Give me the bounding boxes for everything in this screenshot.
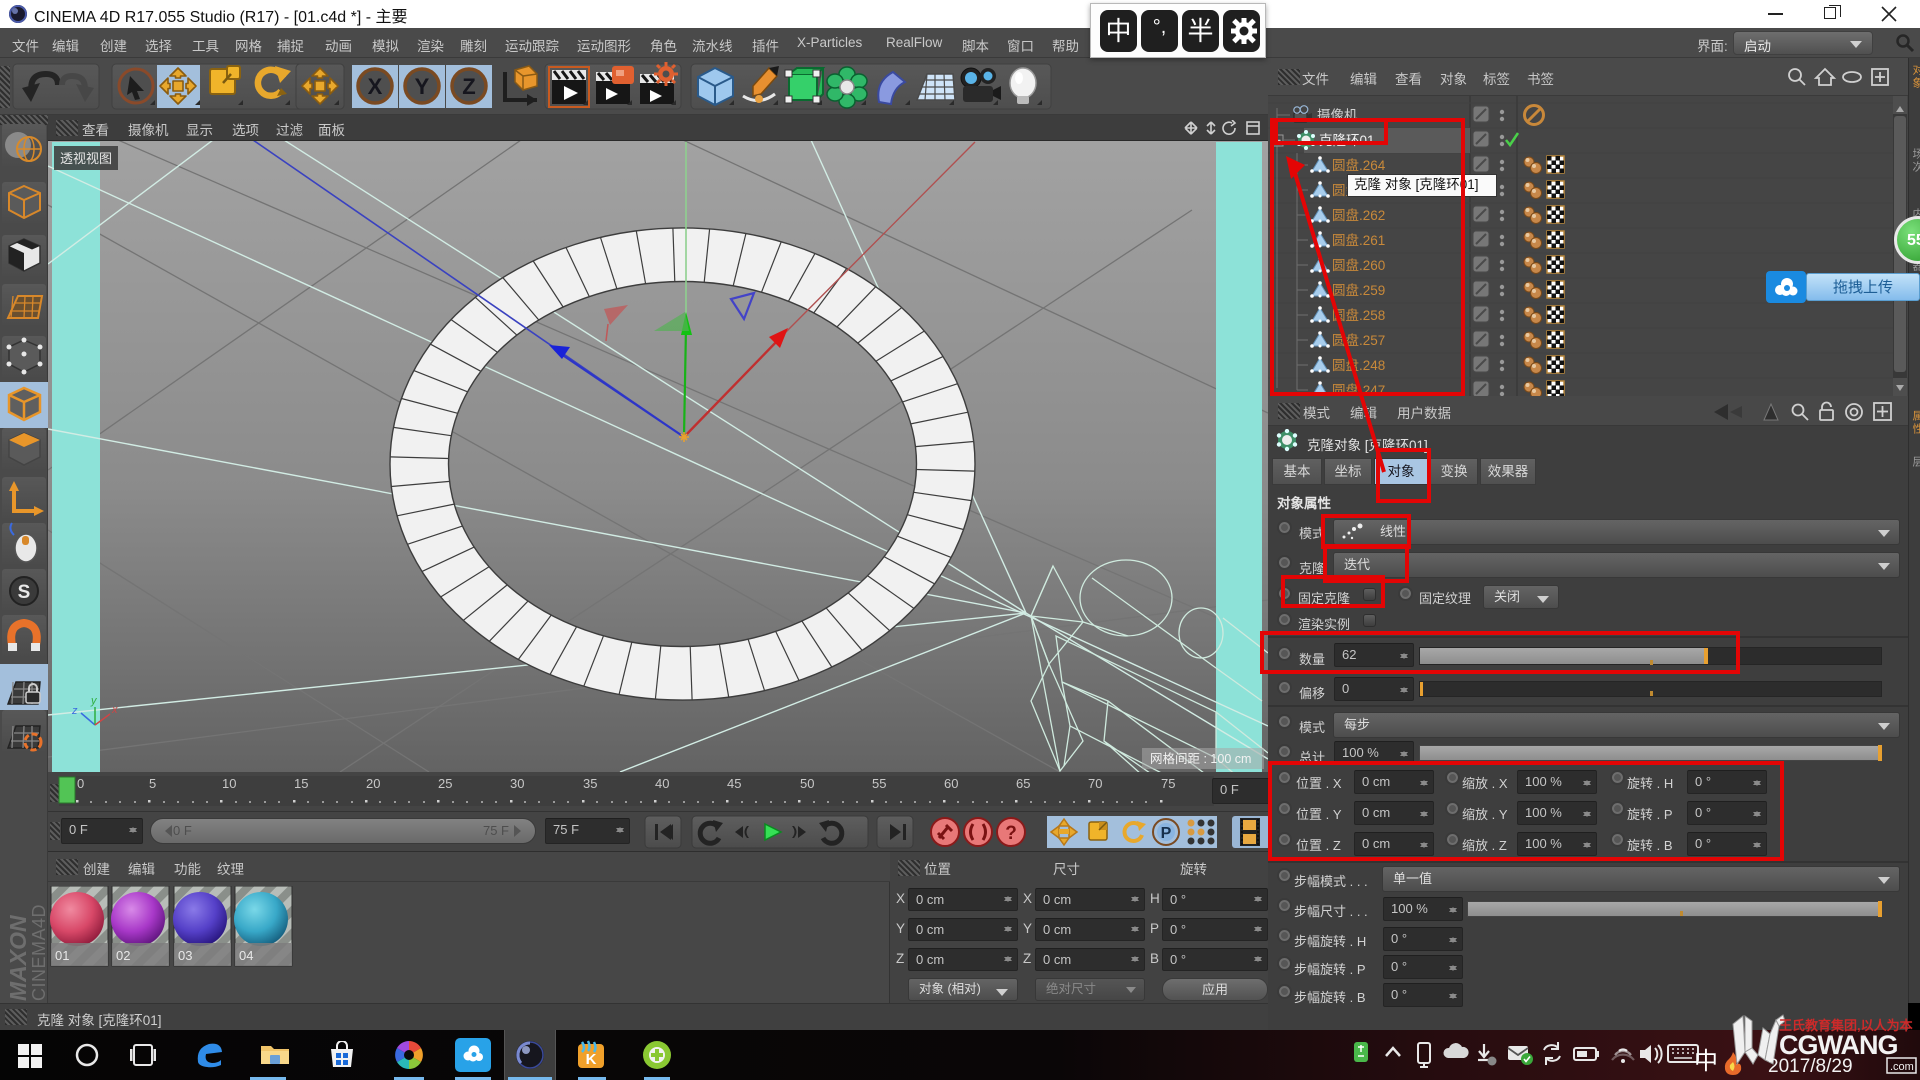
svg-text:65: 65 [1016,776,1030,791]
svg-text:75: 75 [1161,776,1175,791]
svg-text:圆盘.260: 圆盘.260 [1332,257,1385,273]
svg-text:MAXON: MAXON [5,915,31,1001]
svg-text:z: z [71,705,78,717]
svg-text:圆盘.262: 圆盘.262 [1332,207,1385,223]
svg-text:70: 70 [1088,776,1102,791]
svg-text:Z: Z [462,74,475,99]
svg-text:克隆环01: 克隆环01 [1319,133,1375,148]
svg-text:圆盘.264: 圆盘.264 [1332,157,1386,173]
svg-text:5: 5 [149,776,156,791]
svg-text:10: 10 [222,776,236,791]
svg-text:圆盘.257: 圆盘.257 [1332,332,1385,348]
svg-text:60: 60 [944,776,958,791]
svg-text:透视视图: 透视视图 [60,151,112,166]
svg-text:圆盘.247: 圆盘.247 [1332,382,1385,396]
svg-text:.com: .com [1890,1061,1914,1073]
svg-text:CINEMA4D: CINEMA4D [29,904,48,1001]
svg-text:04: 04 [239,948,253,963]
svg-text:03: 03 [178,948,192,963]
svg-text:王氏教育集团,以人为本: 王氏教育集团,以人为本 [1779,1018,1913,1033]
svg-text:45: 45 [727,776,741,791]
svg-text:网格间距 : 100 cm: 网格间距 : 100 cm [1150,751,1251,766]
svg-text:圆盘.261: 圆盘.261 [1332,232,1385,248]
svg-text:摄像机: 摄像机 [1317,108,1358,123]
svg-text:0: 0 [77,776,84,791]
svg-text:圆盘.248: 圆盘.248 [1332,357,1385,373]
svg-text:X: X [368,74,383,99]
svg-text:50: 50 [800,776,814,791]
svg-text:20: 20 [366,776,380,791]
svg-text:30: 30 [510,776,524,791]
svg-text:15: 15 [294,776,308,791]
svg-text:55: 55 [872,776,886,791]
svg-text:Y: Y [415,74,430,99]
svg-text:S: S [18,582,31,603]
svg-text:40: 40 [655,776,669,791]
svg-text:01: 01 [55,948,69,963]
svg-text:x: x [111,704,118,716]
svg-text:P: P [1161,825,1172,842]
svg-text:25: 25 [438,776,452,791]
svg-text:35: 35 [583,776,597,791]
svg-text:圆盘.258: 圆盘.258 [1332,307,1385,323]
svg-text:02: 02 [116,948,130,963]
svg-text:圆盘.259: 圆盘.259 [1332,282,1385,298]
svg-text:K: K [586,1051,597,1068]
svg-text:?: ? [1005,823,1017,844]
